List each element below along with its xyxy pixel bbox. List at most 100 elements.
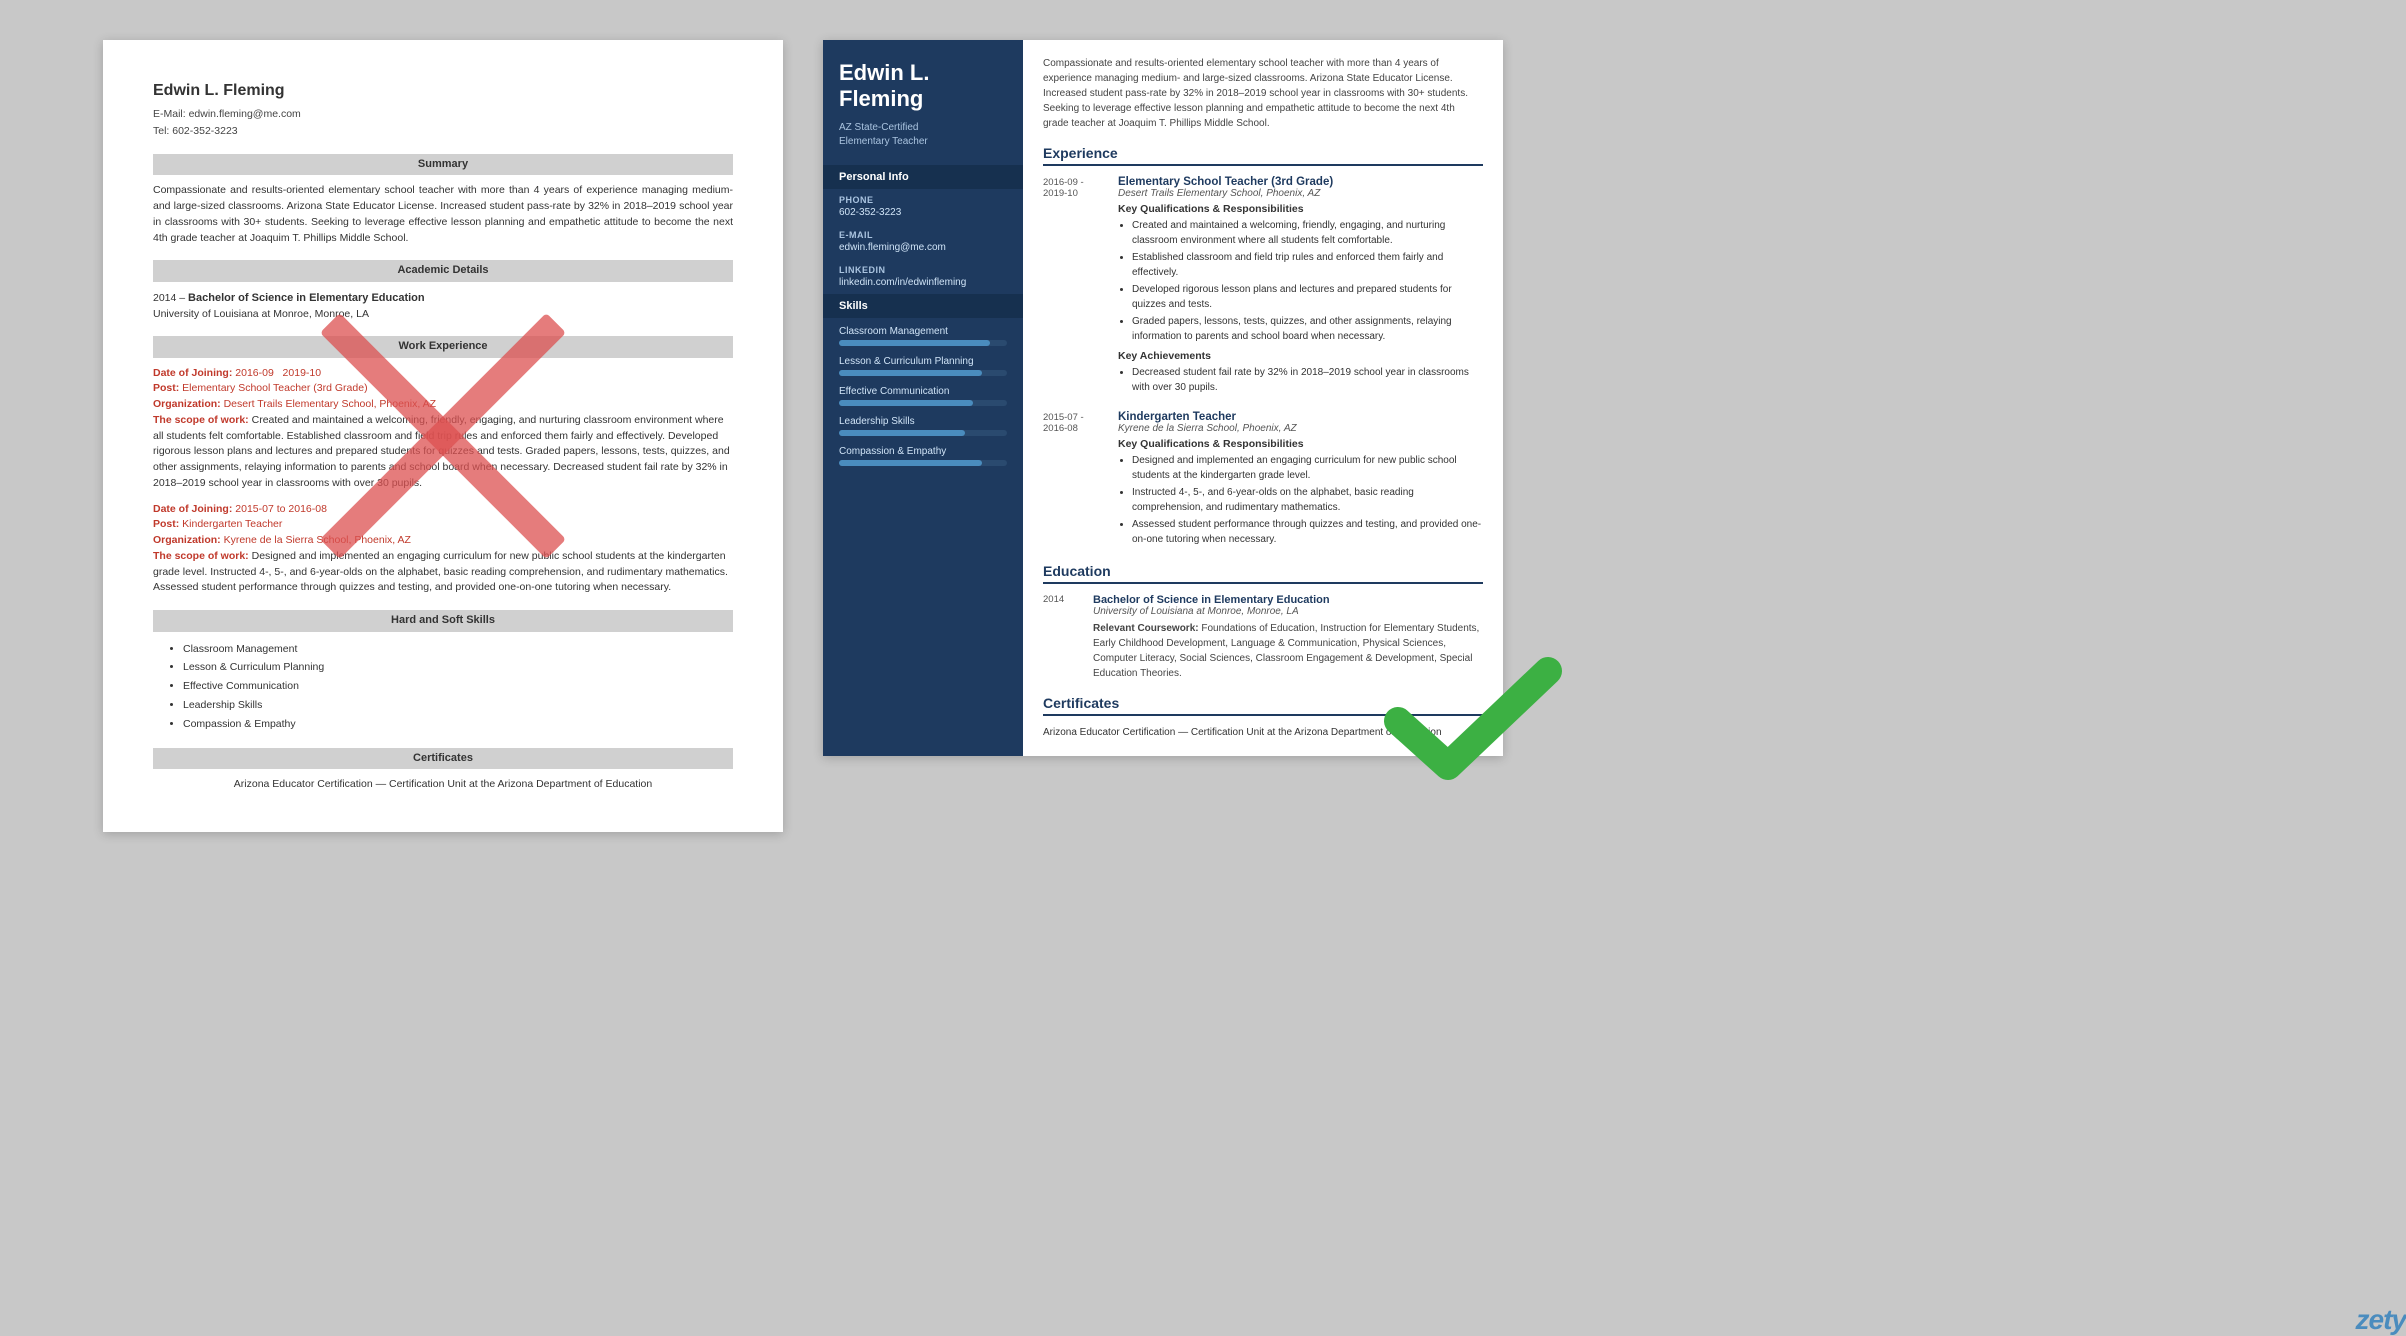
skill-item: Lesson & Curriculum Planning: [183, 658, 733, 677]
exp-quals-1: Created and maintained a welcoming, frie…: [1118, 218, 1483, 344]
edu-coursework-1: Relevant Coursework: Foundations of Educ…: [1093, 621, 1483, 681]
exp-org-1: Desert Trails Elementary School, Phoenix…: [1118, 188, 1483, 199]
skill-fill-2: [839, 370, 982, 376]
skill-item: Classroom Management: [183, 640, 733, 659]
post-label-2: Post:: [153, 518, 179, 530]
skill-bar-3: Effective Communication: [839, 386, 1007, 406]
exp-qual-item: Created and maintained a welcoming, frie…: [1132, 218, 1483, 248]
education-title: Education: [1043, 563, 1483, 584]
skill-fill-4: [839, 430, 965, 436]
left-skills-list: Classroom Management Lesson & Curriculum…: [153, 640, 733, 734]
skill-fill-1: [839, 340, 990, 346]
exp-qual-item: Designed and implemented an engaging cur…: [1132, 453, 1483, 483]
skill-item: Leadership Skills: [183, 696, 733, 715]
left-resume: Edwin L. Fleming E-Mail: edwin.fleming@m…: [103, 40, 783, 832]
experience-title: Experience: [1043, 145, 1483, 166]
skills-title: Skills: [823, 294, 1023, 318]
exp-qual-item: Graded papers, lessons, tests, quizzes, …: [1132, 314, 1483, 344]
exp-entry-1: 2016-09 -2019-10 Elementary School Teach…: [1043, 176, 1483, 397]
right-resume: Edwin L. Fleming AZ State-Certified Elem…: [823, 40, 1503, 756]
right-sidebar: Edwin L. Fleming AZ State-Certified Elem…: [823, 40, 1023, 756]
sidebar-header: Edwin L. Fleming AZ State-Certified Elem…: [823, 40, 1023, 165]
skill-track-1: [839, 340, 1007, 346]
left-work-header: Work Experience: [153, 336, 733, 357]
skills-bars: Classroom Management Lesson & Curriculum…: [823, 318, 1023, 484]
exp-achievements-1: Decreased student fail rate by 32% in 20…: [1118, 365, 1483, 395]
skill-label-1: Classroom Management: [839, 326, 1007, 337]
left-edu-entry: 2014 – Bachelor of Science in Elementary…: [153, 290, 733, 323]
zety-watermark: zety: [2356, 1304, 2406, 1336]
right-main: Compassionate and results-oriented eleme…: [1023, 40, 1503, 756]
org-label-2: Organization:: [153, 534, 221, 546]
left-summary-header: Summary: [153, 154, 733, 175]
exp-title-1: Elementary School Teacher (3rd Grade): [1118, 176, 1483, 188]
skill-label-5: Compassion & Empathy: [839, 446, 1007, 457]
skill-label-4: Leadership Skills: [839, 416, 1007, 427]
skill-fill-5: [839, 460, 982, 466]
scope-label-2: The scope of work:: [153, 550, 249, 562]
phone-value: 602-352-3223: [839, 207, 1007, 218]
left-cert-header: Certificates: [153, 748, 733, 769]
email-value: edwin.fleming@me.com: [839, 242, 1007, 253]
exp-title-2: Kindergarten Teacher: [1118, 411, 1483, 423]
email-label: E-mail: [839, 230, 1007, 240]
edu-year-1: 2014: [1043, 594, 1083, 681]
exp-qual-item: Instructed 4-, 5-, and 6-year-olds on th…: [1132, 485, 1483, 515]
exp-qual-item: Established classroom and field trip rul…: [1132, 250, 1483, 280]
date-value-2: 2015-07 to 2016-08: [235, 503, 327, 515]
date-label-2: Date of Joining:: [153, 503, 232, 515]
linkedin-value: linkedin.com/in/edwinfleming: [839, 277, 1007, 288]
right-summary: Compassionate and results-oriented eleme…: [1043, 56, 1483, 131]
skill-track-2: [839, 370, 1007, 376]
skill-track-3: [839, 400, 1007, 406]
email-item: E-mail edwin.fleming@me.com: [823, 224, 1023, 259]
exp-achieve-title-1: Key Achievements: [1118, 350, 1483, 362]
left-cert-text: Arizona Educator Certification — Certifi…: [153, 777, 733, 792]
skill-bar-5: Compassion & Empathy: [839, 446, 1007, 466]
skill-item: Compassion & Empathy: [183, 715, 733, 734]
exp-achieve-item: Decreased student fail rate by 32% in 20…: [1132, 365, 1483, 395]
exp-entry-2: 2015-07 -2016-08 Kindergarten Teacher Ky…: [1043, 411, 1483, 549]
post-value-2: Kindergarten Teacher: [182, 518, 282, 530]
cert-title: Certificates: [1043, 695, 1483, 716]
exp-date-1: 2016-09 -2019-10: [1043, 176, 1108, 397]
phone-item: Phone 602-352-3223: [823, 189, 1023, 224]
skill-label-2: Lesson & Curriculum Planning: [839, 356, 1007, 367]
skill-bar-4: Leadership Skills: [839, 416, 1007, 436]
phone-label: Phone: [839, 195, 1007, 205]
exp-quals-2: Designed and implemented an engaging cur…: [1118, 453, 1483, 547]
left-academic-header: Academic Details: [153, 260, 733, 281]
skill-track-4: [839, 430, 1007, 436]
left-email: E-Mail: edwin.fleming@me.com Tel: 602-35…: [153, 106, 733, 140]
exp-qual-title-1: Key Qualifications & Responsibilities: [1118, 203, 1483, 215]
skill-fill-3: [839, 400, 973, 406]
skill-bar-2: Lesson & Curriculum Planning: [839, 356, 1007, 376]
page-container: Edwin L. Fleming E-Mail: edwin.fleming@m…: [103, 40, 2303, 832]
left-summary-text: Compassionate and results-oriented eleme…: [153, 183, 733, 246]
post-label-1: Post:: [153, 382, 179, 394]
skill-bar-1: Classroom Management: [839, 326, 1007, 346]
left-work-entry-2: Date of Joining: 2015-07 to 2016-08 Post…: [153, 502, 733, 597]
edu-degree-1: Bachelor of Science in Elementary Educat…: [1093, 594, 1483, 606]
edu-school-1: University of Louisiana at Monroe, Monro…: [1093, 606, 1483, 617]
date-label-1: Date of Joining:: [153, 367, 232, 379]
skill-item: Effective Communication: [183, 677, 733, 696]
personal-info-title: Personal Info: [823, 165, 1023, 189]
org-value-1: Desert Trails Elementary School, Phoenix…: [224, 398, 436, 410]
linkedin-item: LinkedIn linkedin.com/in/edwinfleming: [823, 259, 1023, 294]
linkedin-label: LinkedIn: [839, 265, 1007, 275]
exp-qual-item: Developed rigorous lesson plans and lect…: [1132, 282, 1483, 312]
exp-org-2: Kyrene de la Sierra School, Phoenix, AZ: [1118, 423, 1483, 434]
left-work-entry-1: Date of Joining: 2016-09 2019-10 Post: E…: [153, 366, 733, 492]
org-value-2: Kyrene de la Sierra School, Phoenix, AZ: [224, 534, 411, 546]
exp-details-1: Elementary School Teacher (3rd Grade) De…: [1118, 176, 1483, 397]
org-label-1: Organization:: [153, 398, 221, 410]
exp-qual-item: Assessed student performance through qui…: [1132, 517, 1483, 547]
scope-label-1: The scope of work:: [153, 414, 249, 426]
post-value-1: Elementary School Teacher (3rd Grade): [182, 382, 367, 394]
exp-date-2: 2015-07 -2016-08: [1043, 411, 1108, 549]
cert-text: Arizona Educator Certification — Certifi…: [1043, 726, 1483, 740]
date-value-1: 2016-09 2019-10: [235, 367, 321, 379]
skill-label-3: Effective Communication: [839, 386, 1007, 397]
edu-details-1: Bachelor of Science in Elementary Educat…: [1093, 594, 1483, 681]
